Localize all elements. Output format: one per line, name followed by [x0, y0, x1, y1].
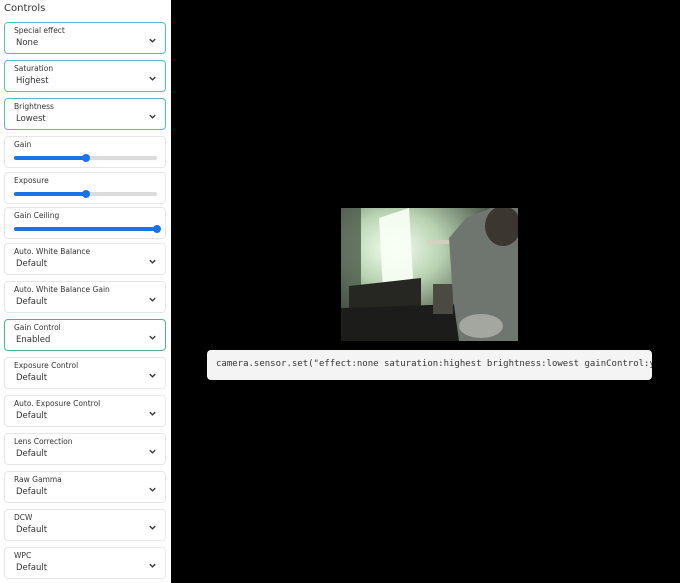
auto-white-balance-select[interactable]: Auto. White Balance Default	[4, 243, 166, 275]
sidebar-title: Controls	[4, 3, 46, 14]
special-effect-value: None	[16, 38, 39, 48]
gain-slider-thumb[interactable]	[81, 154, 90, 162]
chevron-down-icon	[149, 114, 156, 119]
chevron-down-icon	[149, 525, 156, 530]
special-effect-label: Special effect	[14, 26, 65, 35]
gain-ceiling-label: Gain Ceiling	[14, 211, 60, 220]
exposure-control-select[interactable]: Exposure Control Default	[4, 357, 166, 389]
auto-exposure-control-value: Default	[16, 411, 48, 421]
brightness-label: Brightness	[14, 102, 54, 111]
auto-white-balance-gain-select[interactable]: Auto. White Balance Gain Default	[4, 281, 166, 313]
command-output-box: camera.sensor.set("effect:none saturatio…	[207, 350, 652, 380]
chevron-down-icon	[149, 297, 156, 302]
gain-ceiling-control: Gain Ceiling	[4, 207, 166, 239]
saturation-value: Highest	[16, 76, 49, 86]
chevron-down-icon	[149, 373, 156, 378]
exposure-slider-thumb[interactable]	[81, 190, 90, 198]
chevron-down-icon	[149, 449, 156, 454]
auto-white-balance-gain-value: Default	[16, 297, 48, 307]
exposure-slider-fill	[14, 192, 86, 196]
raw-gamma-value: Default	[16, 487, 48, 497]
controls-sidebar: Controls Special effect None Saturation …	[0, 0, 171, 583]
camera-preview	[341, 208, 518, 341]
raw-gamma-select[interactable]: Raw Gamma Default	[4, 471, 166, 503]
wpc-select[interactable]: WPC Default	[4, 547, 166, 579]
gain-control-select[interactable]: Gain Control Enabled	[4, 319, 166, 351]
chevron-down-icon	[149, 335, 156, 340]
gain-ceiling-slider[interactable]	[14, 225, 161, 233]
command-text: camera.sensor.set("effect:none saturatio…	[216, 359, 652, 369]
exposure-label: Exposure	[14, 176, 49, 185]
dcw-select[interactable]: DCW Default	[4, 509, 166, 541]
saturation-label: Saturation	[14, 64, 54, 73]
auto-white-balance-gain-label: Auto. White Balance Gain	[14, 285, 110, 294]
gain-ceiling-slider-thumb[interactable]	[153, 225, 161, 233]
exposure-control-label: Exposure Control	[14, 361, 79, 370]
brightness-value: Lowest	[16, 114, 46, 124]
lens-correction-label: Lens Correction	[14, 437, 73, 446]
special-effect-select[interactable]: Special effect None	[4, 22, 166, 54]
lens-correction-value: Default	[16, 449, 48, 459]
chevron-down-icon	[149, 259, 156, 264]
chevron-down-icon	[149, 487, 156, 492]
saturation-select[interactable]: Saturation Highest	[4, 60, 166, 92]
gain-label: Gain	[14, 140, 32, 149]
gain-control-value: Enabled	[16, 335, 51, 345]
lens-correction-select[interactable]: Lens Correction Default	[4, 433, 166, 465]
chevron-down-icon	[149, 563, 156, 568]
dcw-label: DCW	[14, 513, 33, 522]
chevron-down-icon	[149, 76, 156, 81]
gain-control-label: Gain Control	[14, 323, 61, 332]
raw-gamma-label: Raw Gamma	[14, 475, 62, 484]
exposure-slider[interactable]	[14, 190, 157, 198]
auto-white-balance-value: Default	[16, 259, 48, 269]
dcw-value: Default	[16, 525, 48, 535]
chevron-down-icon	[149, 411, 156, 416]
wpc-label: WPC	[14, 551, 32, 560]
exposure-control-value: Default	[16, 373, 48, 383]
auto-exposure-control-label: Auto. Exposure Control	[14, 399, 101, 408]
wpc-value: Default	[16, 563, 48, 573]
gain-control: Gain	[4, 136, 166, 168]
auto-exposure-control-select[interactable]: Auto. Exposure Control Default	[4, 395, 166, 427]
brightness-select[interactable]: Brightness Lowest	[4, 98, 166, 130]
exposure-control: Exposure	[4, 172, 166, 204]
gain-slider[interactable]	[14, 154, 157, 162]
auto-white-balance-label: Auto. White Balance	[14, 247, 91, 256]
camera-frame-image	[341, 208, 518, 341]
chevron-down-icon	[149, 38, 156, 43]
gain-slider-fill	[14, 156, 86, 160]
gain-ceiling-slider-fill	[14, 227, 157, 231]
